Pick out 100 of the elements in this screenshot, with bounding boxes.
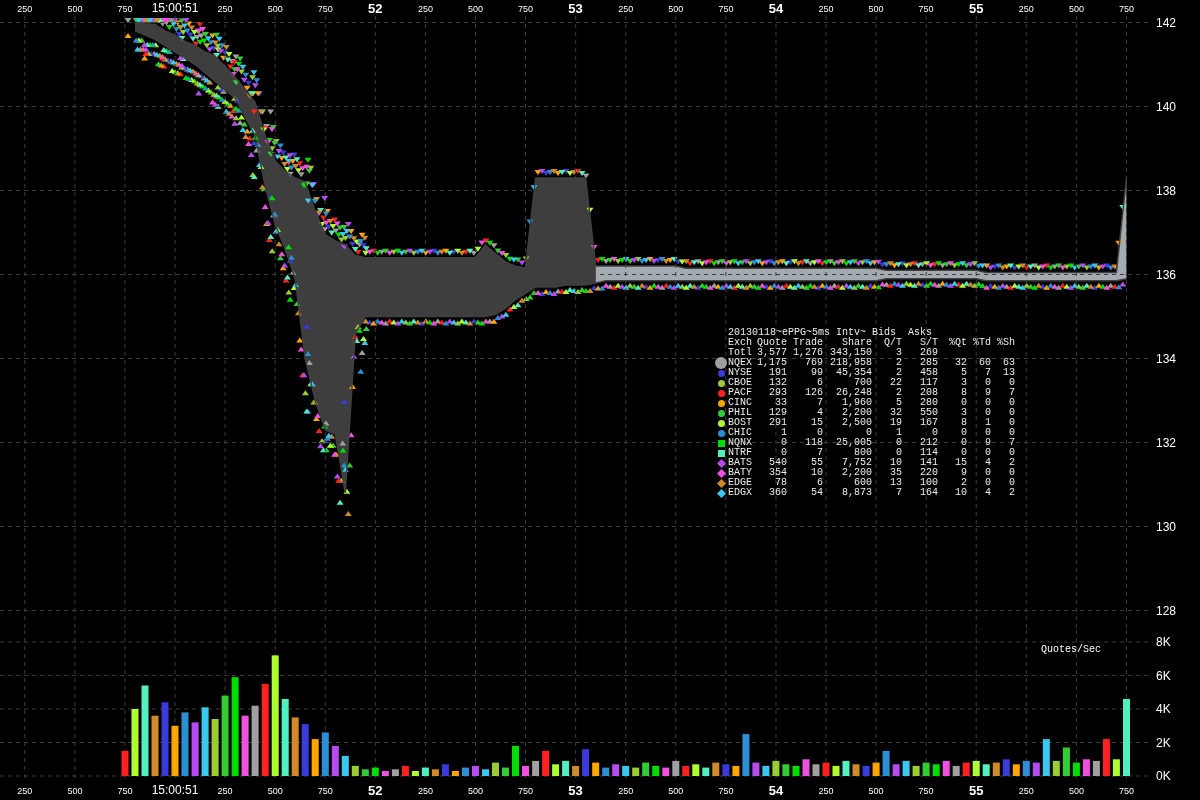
volume-bar [872,762,880,776]
x-axis-label: 750 [117,786,133,796]
y-axis-label: 132 [1156,435,1177,450]
volume-bar [1112,759,1120,777]
volume-bar [1052,760,1060,776]
table-cell: 0 [961,398,967,408]
volume-bar [311,739,319,776]
table-cell: 132 [769,378,787,388]
volume-bar [742,734,750,776]
x-axis-label: 750 [518,786,533,796]
x-axis-label: 52 [368,783,383,798]
x-axis-label: 250 [1018,4,1034,14]
table-cell: EDGX [728,488,752,498]
volume-bar [562,760,570,776]
volume-bar [351,765,359,776]
volume-bar [441,764,449,776]
volume-bar [331,745,339,776]
x-axis-label: 750 [317,4,333,14]
volume-bar [542,750,550,776]
table-cell: 54 [811,488,823,498]
volume-bar [782,764,790,776]
table-cell: 45,354 [836,368,872,378]
volume-bar [842,760,850,776]
table-cell: 9 [985,388,991,398]
volume-bar [732,765,740,776]
table-cell: 0 [1009,478,1015,488]
volume-bar [972,760,980,776]
table-cell: 0 [1009,418,1015,428]
table-cell: 7 [817,448,823,458]
volume-bar [582,749,590,776]
table-cell: 1 [985,418,991,428]
table-cell: 0 [961,438,967,448]
volume-bar [962,762,970,776]
table-cell: 10 [890,458,902,468]
y-axis-label: 134 [1156,351,1177,366]
table-cell: NQNX [728,438,752,448]
table-cell: 2,500 [842,418,872,428]
table-cell: 167 [920,418,938,428]
x-axis-label: 750 [718,786,734,796]
volume-bar [512,745,519,776]
x-axis-label: 53 [568,1,583,16]
volume-bar [211,719,219,776]
table-cell: 4 [817,408,823,418]
volume-bar [682,765,690,776]
table-cell: 0 [1009,398,1015,408]
table-cell: 0 [985,428,991,438]
legend-title: 20130118~ePPG~5ms Intv~ Bids Asks [728,327,933,338]
table-cell: 0 [1009,448,1015,458]
table-cell: 2 [1009,458,1015,468]
x-axis-label: 15:00:51 [151,783,199,797]
y-axis-label: 4K [1156,702,1171,716]
volume-bar [902,760,910,776]
volume-bar [171,725,179,777]
volume-bar [201,707,209,776]
table-cell: 8 [961,388,967,398]
volume-bar [752,762,760,776]
volume-bar [131,709,139,776]
volume-bar [151,715,159,776]
table-cell: 55 [811,458,823,468]
volume-bar [532,760,540,776]
volume-bar [1012,764,1020,776]
table-cell: 3,577 [757,348,787,358]
table-cell: NQEX [728,358,752,368]
volume-bar [612,764,620,776]
table-cell: 32 [890,408,902,418]
table-cell: 129 [769,408,787,418]
volume-bar [712,762,720,776]
x-axis-label: 55 [968,783,984,798]
volume-bar [181,712,189,776]
table-cell: 0 [817,428,823,438]
table-cell: NYSE [728,368,752,378]
x-axis-label: 750 [1119,786,1134,796]
volume-bar [812,764,820,776]
table-cell: CINC [728,398,752,408]
volume-bar [421,767,429,776]
table-cell: 13 [890,478,902,488]
x-axis-label: 750 [918,4,934,14]
x-axis-label: 500 [267,4,283,14]
table-cell: BATS [728,458,752,468]
y-axis-label: 0K [1156,769,1171,783]
column-header: Quote [757,338,787,348]
table-cell: 126 [805,388,823,398]
volume-bar [1062,747,1070,776]
table-cell: 9 [985,438,991,448]
table-cell: 114 [920,448,938,458]
table-cell: 0 [866,428,872,438]
volume-bar [341,755,349,776]
volume-bar [832,765,840,776]
table-cell: 117 [920,378,938,388]
x-axis-label: 500 [267,786,283,796]
table-cell: 26,248 [836,388,872,398]
volume-bar [922,762,930,776]
volume-bar [241,715,249,776]
x-axis-label: 250 [818,4,834,14]
table-cell: 13 [1003,368,1015,378]
table-cell: 0 [932,428,938,438]
x-axis-label: 52 [368,1,383,16]
x-axis-label: 250 [1018,786,1034,796]
table-cell: 15 [811,418,823,428]
table-cell: 458 [920,368,938,378]
